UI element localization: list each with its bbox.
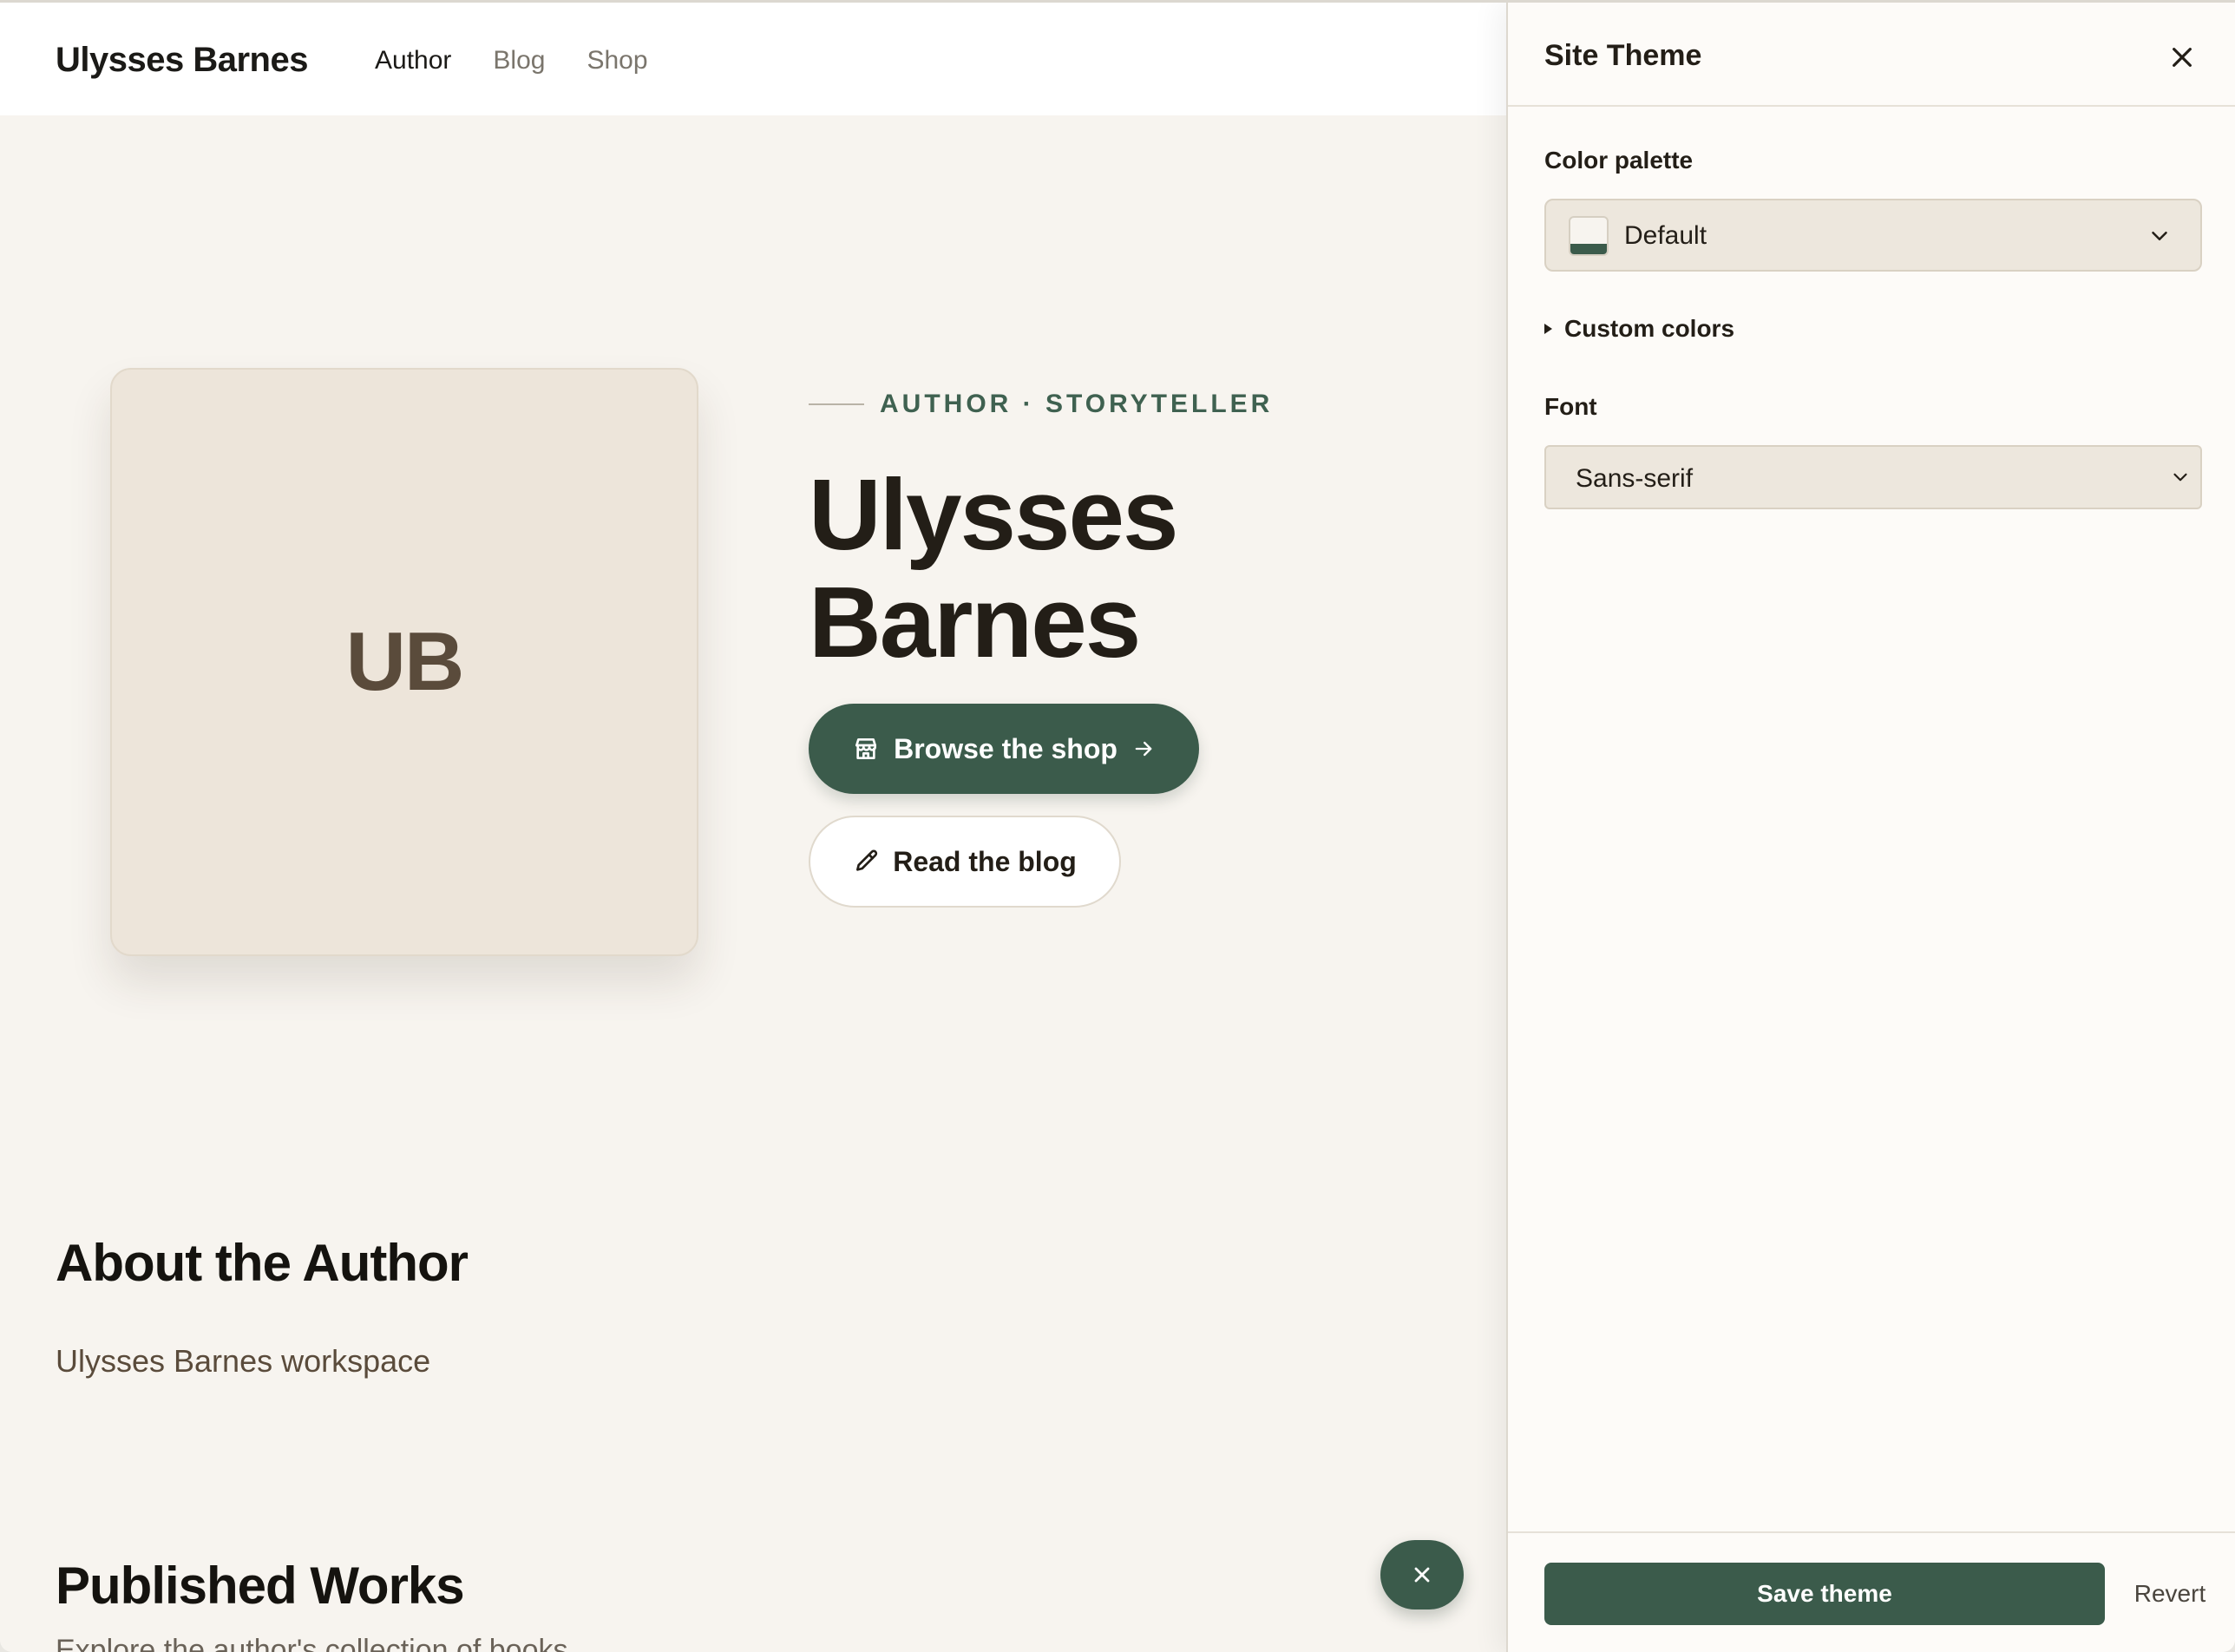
color-palette-label: Color palette — [1544, 147, 1694, 174]
eyebrow-text: AUTHOR · STORYTELLER — [880, 390, 1274, 418]
browser-window: Ulysses Barnes Author Blog Shop UB AUTHO… — [0, 0, 2235, 1652]
works-title: Published Works — [56, 1557, 465, 1615]
font-value: Sans-serif — [1576, 464, 1694, 493]
panel-header: Site Theme — [1508, 3, 2235, 107]
site-preview: Ulysses Barnes Author Blog Shop UB AUTHO… — [0, 3, 1506, 1652]
hero-title: Ulysses Barnes — [809, 461, 1416, 676]
browse-shop-label: Browse the shop — [894, 732, 1118, 764]
panel-footer: Save theme Revert — [1508, 1531, 2235, 1652]
arrow-right-icon — [1135, 741, 1152, 757]
custom-colors-label: Custom colors — [1564, 315, 1735, 342]
pencil-icon — [856, 849, 878, 871]
panel-title: Site Theme — [1544, 39, 1702, 72]
custom-colors-toggle[interactable]: Custom colors — [1544, 315, 1734, 343]
nav-link-blog[interactable]: Blog — [493, 46, 545, 75]
nav-link-shop[interactable]: Shop — [587, 46, 647, 75]
author-avatar: UB — [110, 368, 698, 956]
hero-title-line2: Barnes — [809, 566, 1141, 678]
font-select[interactable]: Sans-serif — [1544, 445, 2202, 509]
close-icon — [1414, 1567, 1430, 1583]
site-brand[interactable]: Ulysses Barnes — [56, 41, 308, 80]
panel-close-button[interactable] — [2160, 36, 2204, 79]
eyebrow-rule — [809, 403, 864, 405]
palette-value: Default — [1624, 221, 1707, 250]
about-text: Ulysses Barnes workspace — [56, 1343, 431, 1379]
revert-button[interactable]: Revert — [2122, 1563, 2218, 1625]
close-icon — [2173, 48, 2192, 67]
save-theme-button[interactable]: Save theme — [1544, 1563, 2105, 1625]
top-navigation: Ulysses Barnes Author Blog Shop — [0, 3, 1506, 115]
color-palette-select[interactable]: Default — [1544, 199, 2202, 272]
disclosure-triangle-icon — [1544, 324, 1552, 334]
chevron-down-icon — [2152, 232, 2167, 240]
hero-title-line1: Ulysses — [809, 458, 1179, 571]
works-text: Explore the author's collection of books — [56, 1634, 568, 1652]
font-label: Font — [1544, 393, 1597, 420]
about-title: About the Author — [56, 1234, 469, 1292]
hero-eyebrow: AUTHOR · STORYTELLER — [809, 390, 1273, 419]
read-blog-label: Read the blog — [893, 845, 1077, 877]
nav-link-author[interactable]: Author — [375, 46, 451, 75]
chevron-down-icon — [2173, 473, 2187, 482]
close-fab-button[interactable] — [1380, 1540, 1464, 1609]
avatar-initials: UB — [345, 615, 465, 708]
nav-links: Author Blog Shop — [375, 46, 648, 75]
browse-shop-button[interactable]: Browse the shop — [809, 704, 1199, 794]
read-blog-button[interactable]: Read the blog — [809, 816, 1121, 908]
site-theme-panel: Site Theme Color palette Default Custom … — [1506, 3, 2235, 1652]
storefront-icon — [855, 738, 877, 759]
palette-swatch — [1569, 216, 1609, 256]
